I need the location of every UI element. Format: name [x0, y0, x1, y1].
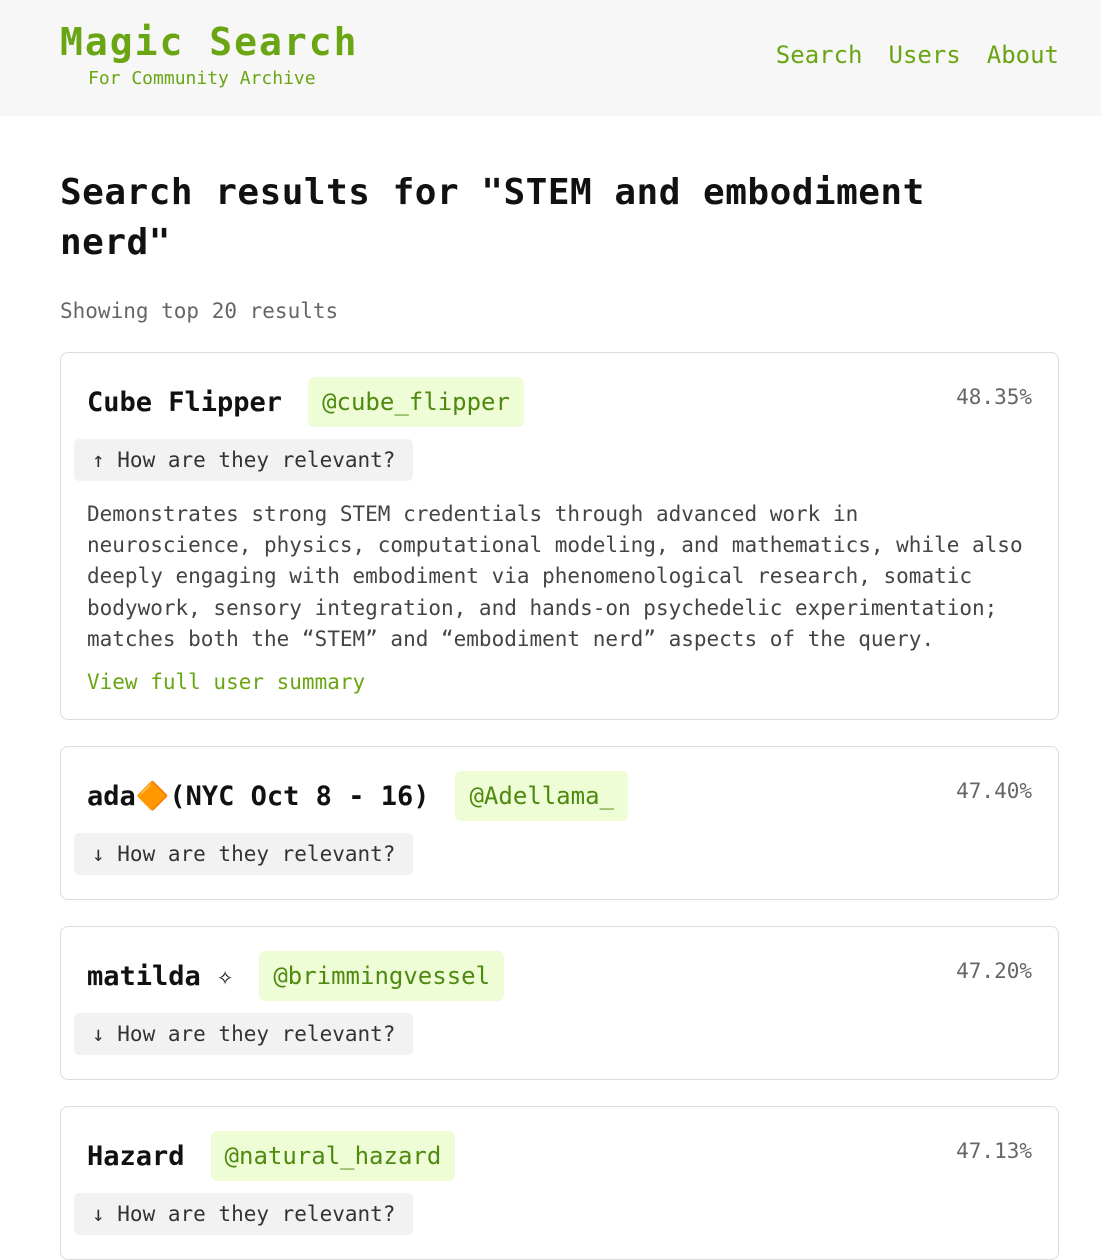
result-card: matilda ✧ @brimmingvessel 47.20% ↓ How a…: [60, 926, 1059, 1081]
brand[interactable]: Magic Search For Community Archive: [60, 20, 359, 90]
result-score: 47.13%: [956, 1139, 1032, 1164]
relevance-toggle-button[interactable]: ↑ How are they relevant?: [74, 439, 414, 481]
nav-search-link[interactable]: Search: [776, 40, 863, 70]
page-title: Search results for "STEM and embodiment …: [60, 172, 925, 263]
relevance-toggle-button[interactable]: ↓ How are they relevant?: [74, 833, 414, 876]
relevance-toggle-button[interactable]: ↓ How are they relevant?: [74, 1013, 414, 1056]
brand-title[interactable]: Magic Search: [60, 20, 359, 64]
result-card: Hazard @natural_hazard 47.13% ↓ How are …: [60, 1106, 1059, 1260]
result-name: ada🔶(NYC Oct 8 - 16): [87, 781, 430, 813]
result-score: 47.40%: [956, 779, 1032, 804]
site-header: Magic Search For Community Archive Searc…: [0, 0, 1101, 116]
result-card: ada🔶(NYC Oct 8 - 16) @Adellama_ 47.40% ↓…: [60, 746, 1059, 901]
result-score: 47.20%: [956, 959, 1032, 984]
result-card: Cube Flipper @cube_flipper 48.35% ↑ How …: [60, 352, 1059, 721]
view-full-summary-link[interactable]: View full user summary: [87, 669, 365, 695]
result-handle[interactable]: @Adellama_: [455, 771, 628, 822]
result-name: matilda ✧: [87, 960, 234, 992]
result-handle[interactable]: @cube_flipper: [308, 377, 524, 427]
relevance-summary: Demonstrates strong STEM credentials thr…: [87, 502, 1023, 651]
result-score: 48.35%: [956, 385, 1032, 409]
result-name: Hazard: [87, 1140, 185, 1172]
relevance-toggle-button[interactable]: ↓ How are they relevant?: [74, 1193, 414, 1236]
main-content: Search results for "STEM and embodiment …: [0, 168, 1101, 1260]
result-name: Cube Flipper: [87, 386, 283, 418]
brand-subtitle: For Community Archive: [88, 68, 316, 89]
nav-about-link[interactable]: About: [987, 40, 1059, 70]
results-count: Showing top 20 results: [60, 299, 339, 323]
result-handle[interactable]: @natural_hazard: [210, 1131, 456, 1182]
result-handle[interactable]: @brimmingvessel: [259, 951, 505, 1002]
nav-users-link[interactable]: Users: [889, 40, 961, 70]
main-nav: Search Users About: [776, 40, 1059, 70]
